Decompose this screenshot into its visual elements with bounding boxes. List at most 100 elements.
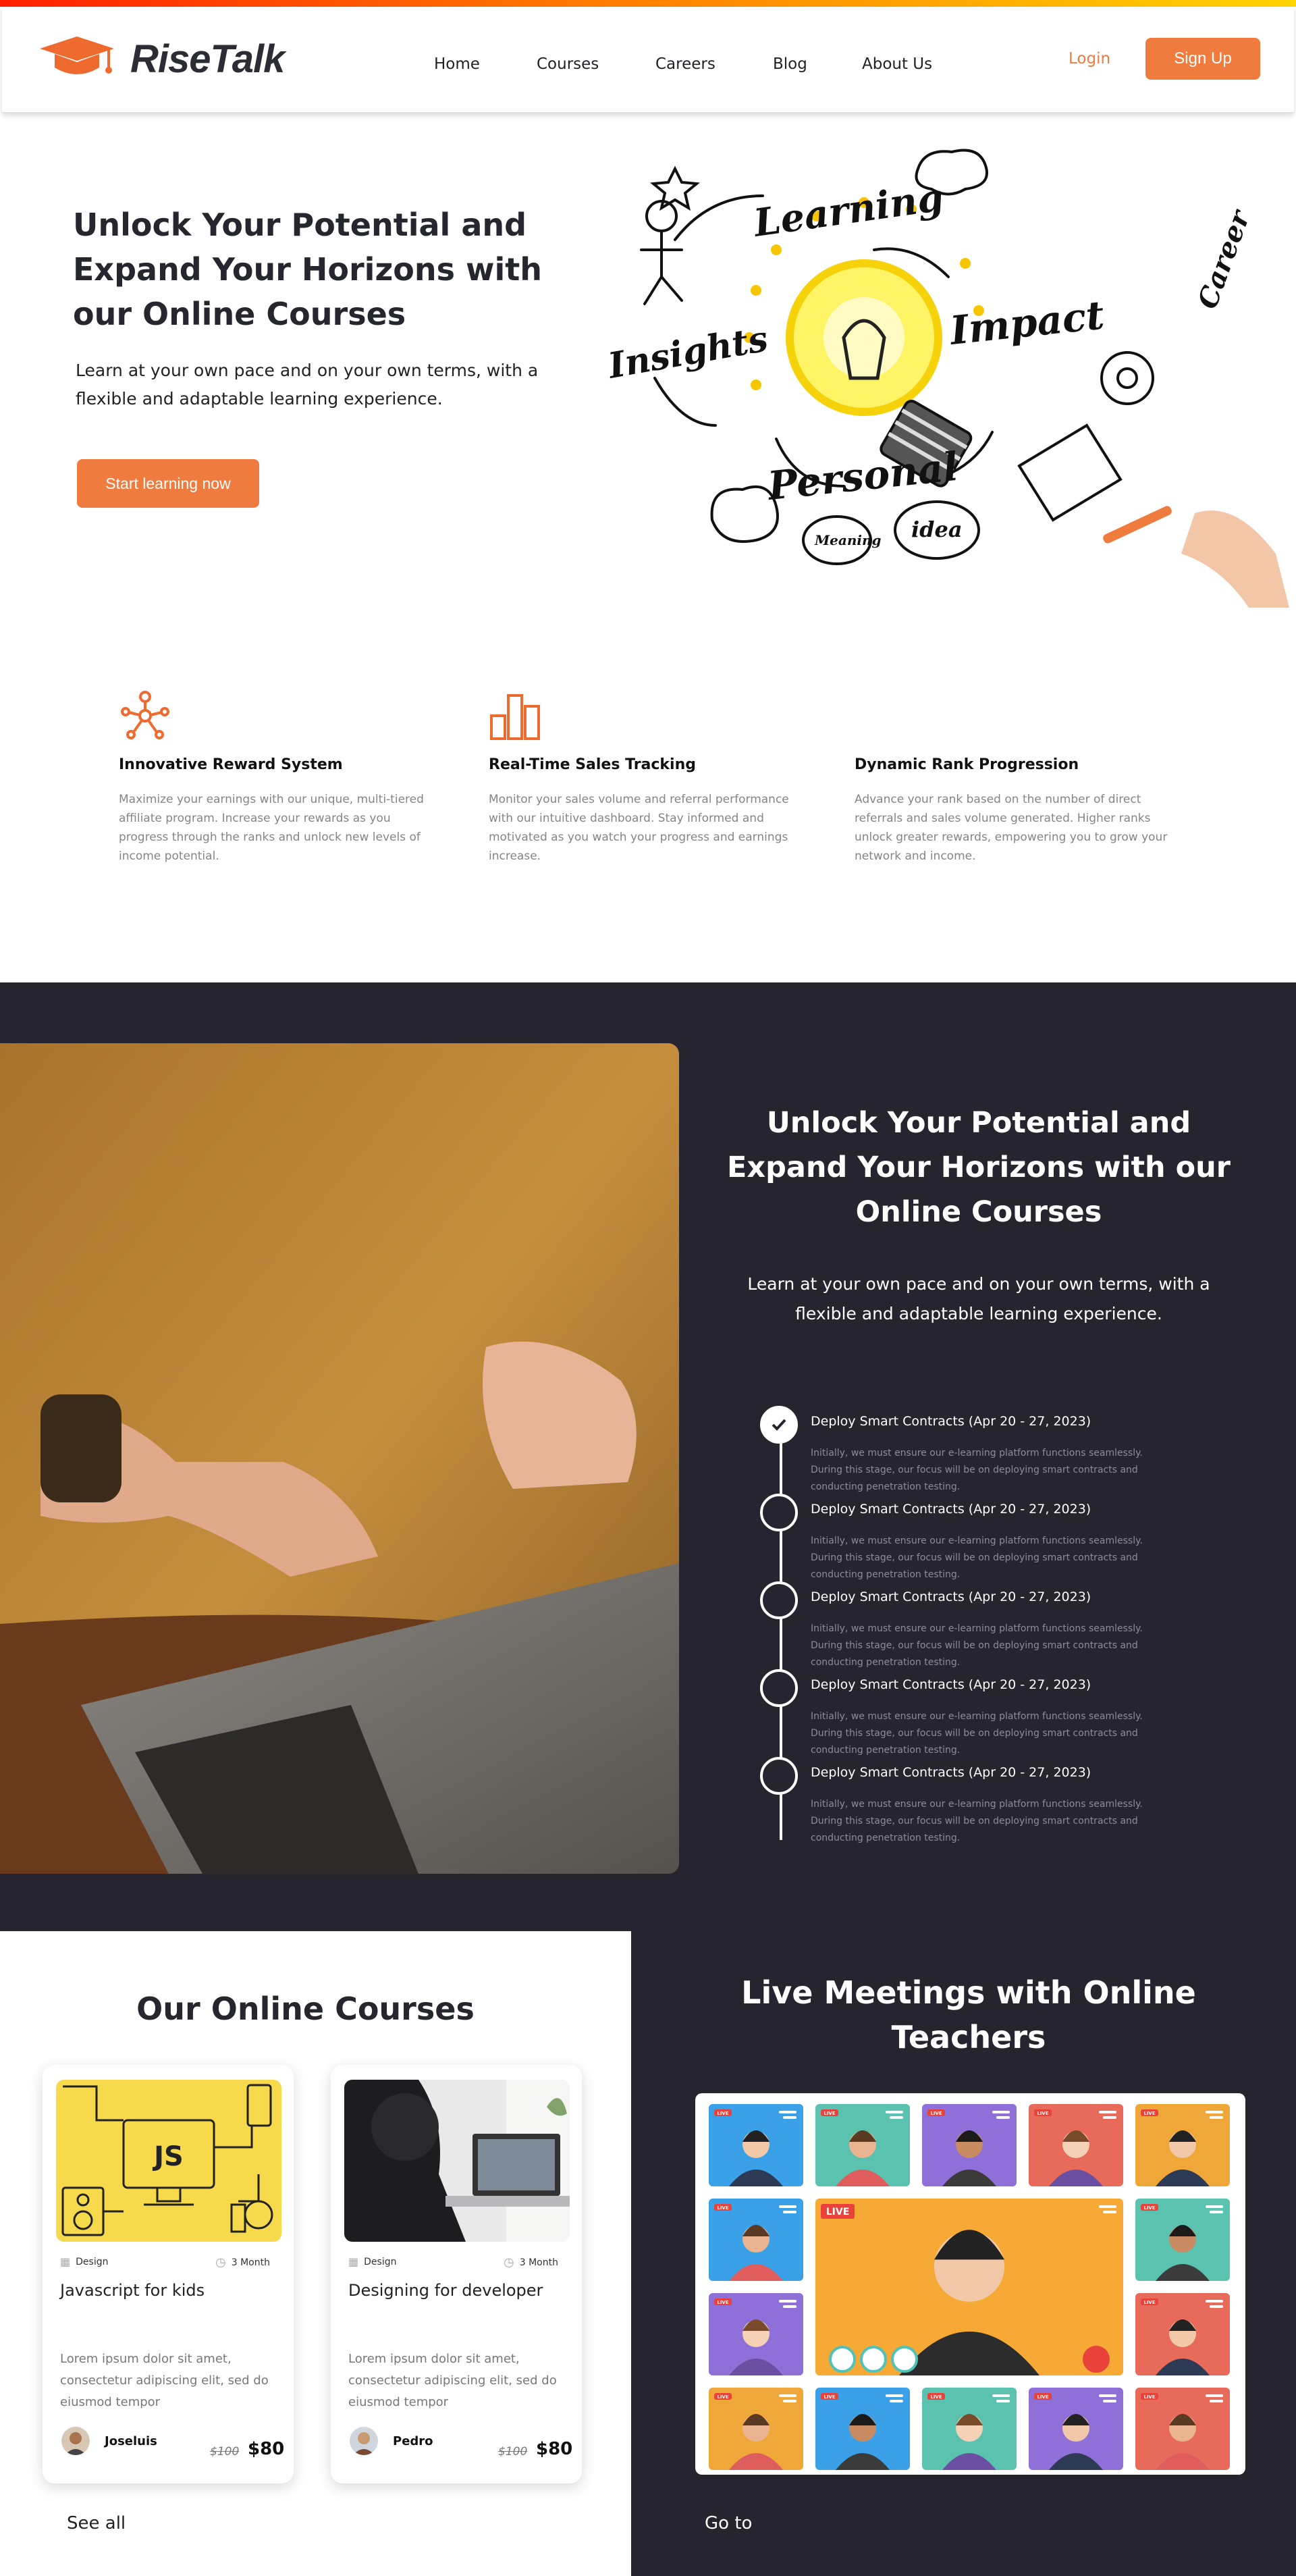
nav-home[interactable]: Home xyxy=(434,55,480,73)
top-gradient-stripe xyxy=(0,0,1296,7)
svg-text:LIVE: LIVE xyxy=(717,2111,728,2116)
participant-tile: LIVE xyxy=(922,2104,1017,2186)
feature-title: Innovative Reward System xyxy=(119,756,343,773)
participant-tile: LIVE xyxy=(1029,2104,1123,2186)
timeline-desc: Initially, we must ensure our e-learning… xyxy=(811,1799,1143,1843)
graduation-cap-icon xyxy=(40,36,114,74)
old-price: $100 xyxy=(498,2445,528,2459)
courses-title: Our Online Courses xyxy=(136,1991,475,2027)
participant-tile: LIVE xyxy=(709,2388,803,2470)
checkmark-icon xyxy=(760,1406,798,1444)
logo[interactable]: RiseTalk xyxy=(37,34,285,84)
nav-careers[interactable]: Careers xyxy=(655,55,716,73)
camera-icon[interactable] xyxy=(860,2346,887,2373)
svg-text:LIVE: LIVE xyxy=(826,2207,850,2217)
participant-tile: LIVE xyxy=(815,2388,910,2470)
svg-text:LIVE: LIVE xyxy=(717,2394,728,2400)
course-title[interactable]: Designing for developer xyxy=(348,2281,543,2300)
svg-text:Learning: Learning xyxy=(750,175,946,246)
course-author: Pedro xyxy=(350,2427,433,2455)
course-title[interactable]: Javascript for kids xyxy=(60,2281,205,2300)
svg-text:Personal: Personal xyxy=(764,444,960,509)
participant-tile: LIVE xyxy=(1029,2388,1123,2470)
price: $80 xyxy=(536,2439,573,2459)
price: $80 xyxy=(248,2439,285,2459)
participant-tile: LIVE xyxy=(1135,2293,1230,2375)
course-desc: Lorem ipsum dolor sit amet, consectetur … xyxy=(60,2352,269,2409)
clock-icon: ◷ xyxy=(215,2255,226,2269)
course-card[interactable]: ▦ Design ◷ 3 Month Designing for develop… xyxy=(331,2065,582,2483)
clock-icon: ◷ xyxy=(504,2255,514,2269)
grid-icon: ▦ xyxy=(60,2255,71,2268)
timeline-desc: Initially, we must ensure our e-learning… xyxy=(811,1711,1143,1756)
circle-icon xyxy=(760,1581,798,1619)
brand-name: RiseTalk xyxy=(130,36,285,81)
login-link[interactable]: Login xyxy=(1069,50,1110,68)
section2-title: Unlock Your Potential and Expand Your Ho… xyxy=(727,1106,1231,1229)
circle-icon xyxy=(760,1669,798,1707)
meetings-title: Live Meetings with Online Teachers xyxy=(741,1974,1196,2055)
grid-icon: ▦ xyxy=(348,2255,359,2268)
timeline-desc: Initially, we must ensure our e-learning… xyxy=(811,1535,1143,1580)
hero-title: Unlock Your Potential and Expand Your Ho… xyxy=(73,207,542,332)
feature-reward-system: Innovative Reward System Maximize your e… xyxy=(119,689,443,863)
course-author: Joseluis xyxy=(61,2427,157,2455)
course-duration: ◷ 3 Month xyxy=(504,2255,558,2269)
end-call-icon[interactable] xyxy=(1083,2346,1110,2373)
video-meeting-grid: LIVE LIVE LIVE LIVE LIVE LIVE LIVE LIVE LIVE LIVE… xyxy=(695,2093,1245,2475)
nav-about-us[interactable]: About Us xyxy=(862,55,932,73)
svg-text:LIVE: LIVE xyxy=(824,2111,835,2116)
svg-text:LIVE: LIVE xyxy=(717,2205,728,2211)
hero-subtitle: Learn at your own pace and on your own t… xyxy=(76,361,539,409)
circle-icon xyxy=(760,1494,798,1531)
participant-tile: LIVE xyxy=(709,2104,803,2186)
section2-subtitle: Learn at your own pace and on your own t… xyxy=(747,1274,1210,1323)
course-thumbnail-video-call xyxy=(344,2080,570,2242)
avatar xyxy=(61,2427,90,2455)
svg-text:Career: Career xyxy=(1191,205,1257,313)
nav-courses[interactable]: Courses xyxy=(537,55,599,73)
bar-chart-icon xyxy=(490,694,540,740)
course-category: ▦ Design xyxy=(348,2255,397,2268)
timeline-title: Deploy Smart Contracts (Apr 20 - 27, 202… xyxy=(811,1502,1091,1517)
course-card[interactable]: JS ▦ Design ◷ 3 Month Javascript for kid… xyxy=(43,2065,294,2483)
svg-text:Insights: Insights xyxy=(604,318,772,387)
feature-sales-tracking: Real-Time Sales Tracking Monitor your sa… xyxy=(489,689,813,863)
timeline-desc: Initially, we must ensure our e-learning… xyxy=(811,1623,1143,1668)
feature-title: Dynamic Rank Progression xyxy=(855,756,1079,773)
course-category: ▦ Design xyxy=(60,2255,109,2268)
participant-tile: LIVE xyxy=(1135,2199,1230,2281)
course-duration: ◷ 3 Month xyxy=(215,2255,270,2269)
laptop-typing-photo xyxy=(0,1043,679,1874)
participant-tile: LIVE xyxy=(1135,2388,1230,2470)
svg-text:idea: idea xyxy=(911,517,963,542)
chat-icon[interactable] xyxy=(829,2346,856,2373)
signup-button[interactable]: Sign Up xyxy=(1145,38,1260,80)
timeline-title: Deploy Smart Contracts (Apr 20 - 27, 202… xyxy=(811,1677,1091,1692)
svg-text:LIVE: LIVE xyxy=(930,2394,942,2400)
svg-text:LIVE: LIVE xyxy=(1143,2111,1155,2116)
svg-text:LIVE: LIVE xyxy=(1143,2300,1155,2305)
site-header: RiseTalk Home Courses Careers Blog About… xyxy=(2,7,1294,113)
mic-icon[interactable] xyxy=(891,2346,918,2373)
svg-text:LIVE: LIVE xyxy=(717,2300,728,2305)
learning-doodle-illustration: Learning Impact Insights Personal idea M… xyxy=(604,149,1289,608)
participant-tile: LIVE xyxy=(815,2104,910,2186)
svg-text:JS: JS xyxy=(152,2141,184,2172)
network-icon xyxy=(121,691,169,739)
see-all-link[interactable]: See all xyxy=(67,2513,126,2533)
go-to-link[interactable]: Go to xyxy=(705,2513,752,2533)
timeline-title: Deploy Smart Contracts (Apr 20 - 27, 202… xyxy=(811,1589,1091,1604)
timeline-desc: Initially, we must ensure our e-learning… xyxy=(811,1448,1143,1492)
timeline-title: Deploy Smart Contracts (Apr 20 - 27, 202… xyxy=(811,1765,1091,1780)
old-price: $100 xyxy=(210,2445,240,2459)
svg-text:LIVE: LIVE xyxy=(930,2111,942,2116)
feature-title: Real-Time Sales Tracking xyxy=(489,756,697,773)
feature-text: Monitor your sales volume and referral p… xyxy=(489,793,789,863)
svg-text:LIVE: LIVE xyxy=(1143,2205,1155,2211)
circle-icon xyxy=(760,1757,798,1795)
nav-blog[interactable]: Blog xyxy=(773,55,807,73)
feature-text: Advance your rank based on the number of… xyxy=(855,793,1168,863)
start-learning-button[interactable]: Start learning now xyxy=(77,459,259,508)
svg-text:LIVE: LIVE xyxy=(1037,2111,1048,2116)
